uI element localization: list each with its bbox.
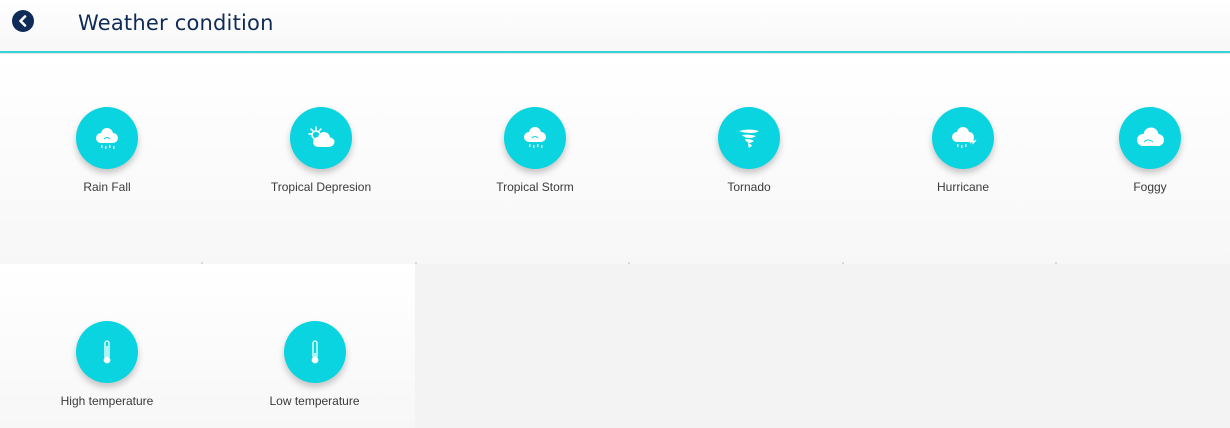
condition-label: High temperature xyxy=(60,394,154,408)
condition-label: Low temperature xyxy=(269,394,360,408)
condition-label: Tornado xyxy=(727,180,771,194)
hurricane-icon xyxy=(952,127,977,148)
conditions-row-2: High temperature Low temperature xyxy=(0,264,415,428)
condition-icon-circle xyxy=(76,107,138,169)
back-button[interactable] xyxy=(12,10,34,32)
thermometer-low-icon xyxy=(311,340,318,364)
condition-icon-circle xyxy=(76,321,138,383)
chevron-left-icon xyxy=(19,15,27,27)
condition-foggy[interactable]: Foggy xyxy=(1070,54,1230,264)
condition-rain-fall[interactable]: Rain Fall xyxy=(0,54,214,264)
divider-tick xyxy=(628,262,630,264)
condition-high-temperature[interactable]: High temperature xyxy=(0,264,214,428)
condition-icon-circle xyxy=(932,107,994,169)
condition-tropical-storm[interactable]: Tropical Storm xyxy=(428,54,642,264)
thermometer-high-icon xyxy=(103,340,111,364)
condition-icon-circle xyxy=(1119,107,1181,169)
condition-label: Tropical Depresion xyxy=(270,180,372,194)
condition-tornado[interactable]: Tornado xyxy=(642,54,856,264)
conditions-row-1: Rain Fall Tropical Depresion Tropical St… xyxy=(0,54,1230,264)
condition-label: Foggy xyxy=(1133,180,1167,194)
condition-icon-circle xyxy=(504,107,566,169)
condition-hurricane[interactable]: Hurricane xyxy=(856,54,1070,264)
condition-label: Tropical Storm xyxy=(496,180,574,194)
condition-low-temperature[interactable]: Low temperature xyxy=(214,264,415,428)
condition-icon-circle xyxy=(718,107,780,169)
divider-tick xyxy=(415,262,417,264)
condition-icon-circle xyxy=(290,107,352,169)
condition-label: Hurricane xyxy=(936,180,990,194)
condition-icon-circle xyxy=(283,321,346,383)
fog-cloud-icon xyxy=(1137,127,1164,146)
storm-cloud-icon xyxy=(524,127,546,148)
page-title: Weather condition xyxy=(78,11,274,35)
divider-tick xyxy=(842,262,844,264)
rain-cloud-icon xyxy=(96,128,118,149)
divider-tick xyxy=(1055,262,1057,264)
condition-tropical-depresion[interactable]: Tropical Depresion xyxy=(214,54,428,264)
condition-label: Rain Fall xyxy=(83,180,131,194)
tornado-icon xyxy=(739,129,759,148)
header-bar: Weather condition xyxy=(0,0,1230,53)
sun-cloud-icon xyxy=(308,126,335,147)
